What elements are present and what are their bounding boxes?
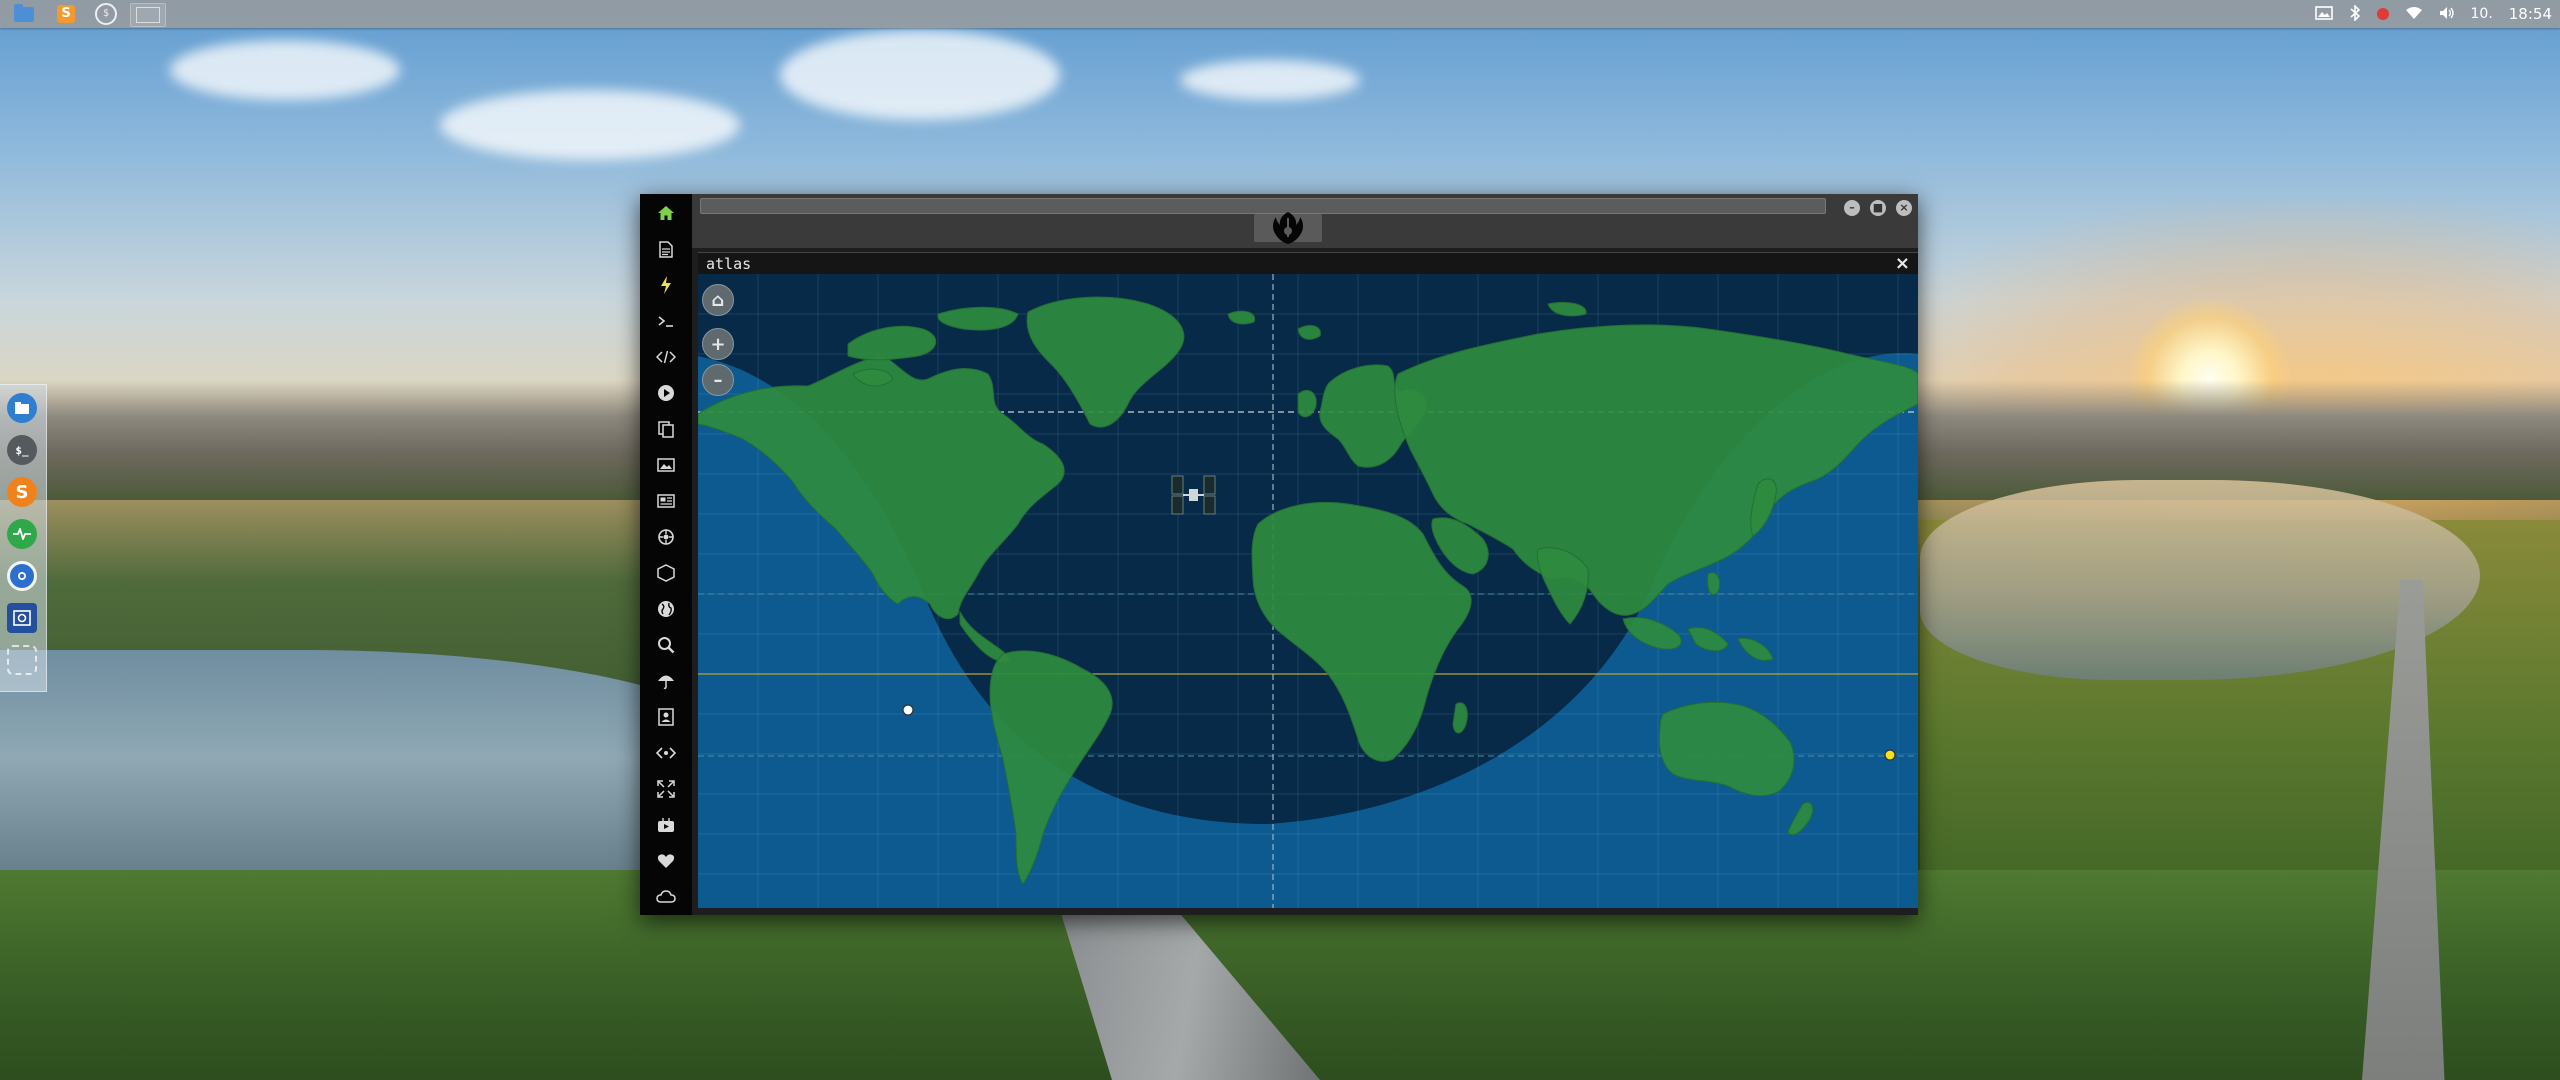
application-dock: $_ S xyxy=(0,384,47,692)
tab-title: atlas xyxy=(706,255,752,273)
map-home-button[interactable]: ⌂ xyxy=(702,284,734,316)
panel-tabbar: atlas × xyxy=(698,252,1918,275)
record-icon[interactable] xyxy=(2376,8,2389,20)
app-sidebar xyxy=(640,194,692,915)
umbrella-icon[interactable] xyxy=(652,668,680,694)
youtube-icon[interactable] xyxy=(652,812,680,838)
screen-capture-icon[interactable] xyxy=(7,603,37,633)
workspace-window-icon[interactable] xyxy=(130,3,166,27)
terminal-icon[interactable] xyxy=(652,308,680,334)
cloud xyxy=(440,90,740,160)
file-manager-icon[interactable] xyxy=(7,393,37,423)
sublime-text-icon[interactable]: S xyxy=(50,3,82,25)
sun xyxy=(2130,300,2290,460)
map-canvas xyxy=(698,274,1918,908)
window-titlebar: – ■ × xyxy=(692,194,1918,248)
cloud xyxy=(1180,60,1360,100)
image-icon[interactable] xyxy=(2314,5,2333,23)
contact-icon[interactable] xyxy=(652,704,680,730)
bluetooth-icon[interactable] xyxy=(2349,3,2361,24)
zoom-in-button[interactable]: + xyxy=(702,328,734,360)
clock[interactable]: 18:54 xyxy=(2509,5,2552,23)
minimize-button[interactable]: – xyxy=(1844,200,1860,216)
volume-level: 10. xyxy=(2470,6,2493,22)
maximize-button[interactable]: ■ xyxy=(1870,200,1886,216)
river-right xyxy=(1920,480,2480,680)
cube-icon[interactable] xyxy=(652,560,680,586)
world-map[interactable]: ⌂ + – xyxy=(698,274,1918,908)
sun-glow xyxy=(1850,200,2560,580)
address-bar[interactable] xyxy=(700,198,1826,214)
chromium-icon[interactable] xyxy=(7,561,37,591)
play-icon[interactable] xyxy=(652,380,680,406)
expand-icon[interactable] xyxy=(652,776,680,802)
sublime-text-icon[interactable]: S xyxy=(7,477,37,507)
highway xyxy=(1060,910,1320,1080)
home-icon[interactable] xyxy=(652,200,680,226)
code-icon[interactable] xyxy=(652,344,680,370)
sun-marker[interactable] xyxy=(1884,749,1896,761)
cloud-icon[interactable] xyxy=(652,884,680,910)
system-monitor-icon[interactable] xyxy=(7,519,37,549)
wifi-icon[interactable] xyxy=(2405,6,2423,23)
cloud xyxy=(780,30,1060,120)
cloud xyxy=(170,40,400,100)
system-tray: 10. 18:54 xyxy=(2314,0,2560,28)
image-icon[interactable] xyxy=(652,452,680,478)
search-icon[interactable] xyxy=(652,632,680,658)
top-panel: S $ 10. 18:54 xyxy=(0,0,2560,28)
heart-icon[interactable] xyxy=(652,848,680,874)
rebel-alliance-icon[interactable] xyxy=(1254,212,1322,244)
news-icon[interactable] xyxy=(652,488,680,514)
moon-marker[interactable] xyxy=(902,704,914,716)
zoom-out-button[interactable]: – xyxy=(702,364,734,396)
lightning-icon[interactable] xyxy=(652,272,680,298)
document-icon[interactable] xyxy=(652,236,680,262)
globe-icon[interactable] xyxy=(652,596,680,622)
close-button[interactable]: × xyxy=(1896,200,1912,216)
app-window: – ■ × atlas × ⌂ + – xyxy=(640,194,1918,915)
copy-icon[interactable] xyxy=(652,416,680,442)
window-controls: – ■ × xyxy=(1844,200,1912,216)
volume-icon[interactable] xyxy=(2439,6,2455,23)
settings-icon[interactable] xyxy=(652,524,680,550)
forest-right xyxy=(1920,520,2560,1080)
terminal-icon[interactable]: $_ xyxy=(7,435,37,465)
terminal-dollar-icon[interactable]: $ xyxy=(90,3,122,25)
swap-icon[interactable] xyxy=(652,740,680,766)
road-right xyxy=(2362,580,2445,1080)
tab-close-button[interactable]: × xyxy=(1895,253,1910,274)
workspace-icon[interactable] xyxy=(7,645,37,675)
folder-icon[interactable] xyxy=(8,3,40,25)
